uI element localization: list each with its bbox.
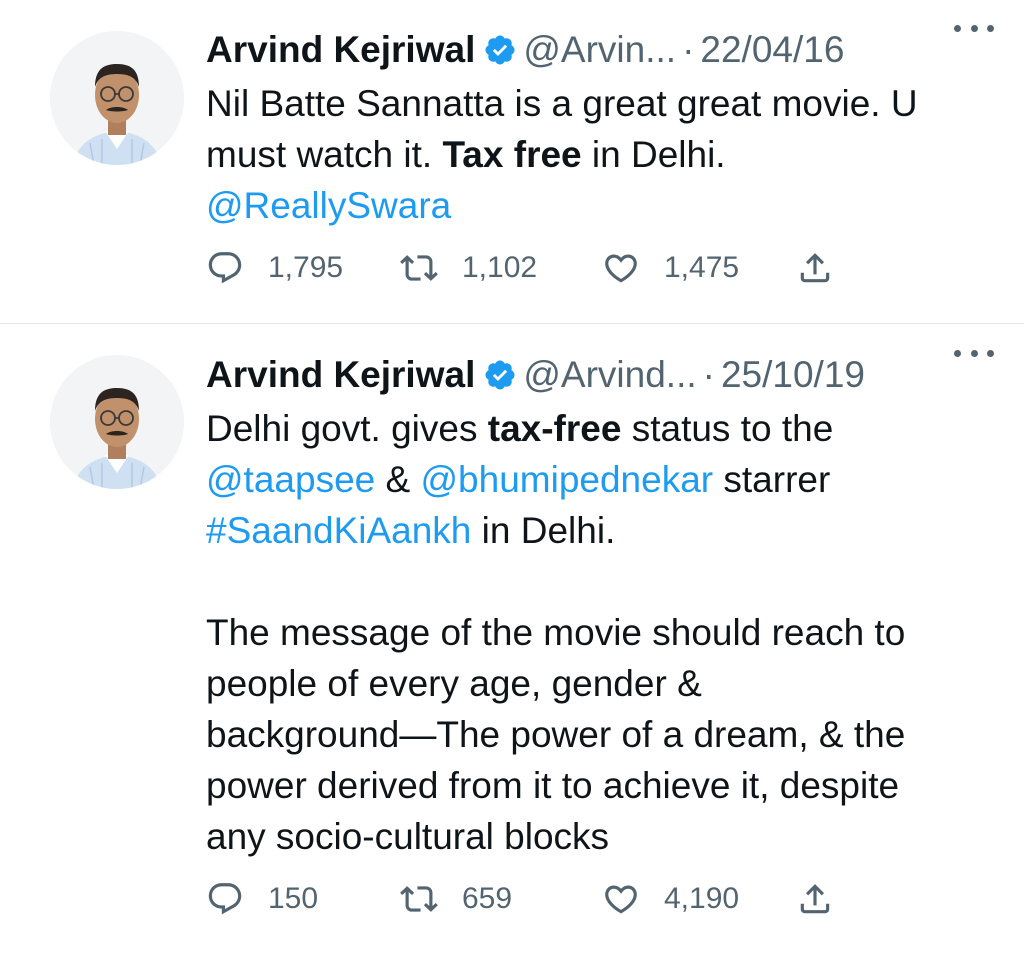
retweet-button[interactable]: 1,102	[400, 246, 537, 290]
reply-bubble-icon	[206, 249, 244, 287]
verified-badge-icon	[483, 358, 517, 392]
retweet-icon	[400, 880, 438, 918]
tweet-text-line: The message of the movie should reach to	[206, 612, 906, 653]
retweet-count: 1,102	[462, 251, 538, 284]
heart-icon	[602, 249, 640, 287]
share-upload-icon	[796, 249, 834, 287]
mention-link[interactable]: @taapsee	[206, 459, 375, 500]
tweet[interactable]: Arvind Kejriwal @Arvind... · 25/10/19 De…	[0, 325, 1024, 960]
tweet-text-line: any socio-cultural blocks	[206, 816, 610, 857]
profile-photo-icon	[50, 355, 184, 489]
tweet-text-line: background—The power of a dream, & the	[206, 714, 906, 755]
author-name[interactable]: Arvind Kejriwal	[206, 29, 475, 71]
tweet[interactable]: Arvind Kejriwal @Arvin... · 22/04/16 Nil…	[0, 0, 1024, 324]
author-handle[interactable]: @Arvind...	[523, 354, 696, 396]
tweet-text-segment: starrer	[713, 459, 831, 500]
reply-button[interactable]: 150	[206, 877, 318, 921]
author-handle[interactable]: @Arvin...	[523, 29, 676, 71]
tweet-actions: 1,795 1,102 1,475	[206, 246, 906, 290]
tweet-text-bold: tax-free	[487, 408, 622, 449]
tweet-text-segment: in Delhi.	[471, 510, 616, 551]
share-upload-icon	[796, 880, 834, 918]
retweet-button[interactable]: 659	[400, 877, 512, 921]
profile-avatar[interactable]	[50, 31, 184, 165]
profile-photo-icon	[50, 31, 184, 165]
like-count: 4,190	[664, 882, 740, 915]
retweet-icon	[400, 249, 438, 287]
mention-link[interactable]: @ReallySwara	[206, 185, 451, 226]
verified-badge-icon	[483, 33, 517, 67]
heart-icon	[602, 880, 640, 918]
like-button[interactable]: 1,475	[602, 246, 739, 290]
like-button[interactable]: 4,190	[602, 877, 739, 921]
tweet-text-segment: Delhi govt. gives	[206, 408, 488, 449]
tweet-actions: 150 659 4,190	[206, 877, 906, 921]
share-button[interactable]	[796, 877, 834, 921]
tweet-text-bold: Tax free	[442, 134, 582, 175]
hashtag-link[interactable]: #SaandKiAankh	[206, 510, 471, 551]
separator-dot: ·	[682, 29, 695, 70]
reply-bubble-icon	[206, 880, 244, 918]
tweet-text: Delhi govt. gives tax-free status to the…	[206, 403, 986, 862]
profile-avatar[interactable]	[50, 355, 184, 489]
tweet-date[interactable]: 25/10/19	[721, 354, 865, 396]
tweet-text: Nil Batte Sannatta is a great great movi…	[206, 78, 986, 231]
like-count: 1,475	[664, 251, 740, 284]
reply-count: 150	[268, 882, 319, 915]
separator-dot: ·	[702, 354, 715, 395]
tweet-header: Arvind Kejriwal @Arvin... · 22/04/16	[206, 22, 1000, 78]
author-name[interactable]: Arvind Kejriwal	[206, 354, 475, 396]
more-options-icon[interactable]	[954, 339, 994, 367]
retweet-count: 659	[462, 882, 513, 915]
share-button[interactable]	[796, 246, 834, 290]
tweet-text-segment: in Delhi.	[581, 134, 726, 175]
mention-link[interactable]: @bhumipednekar	[420, 459, 713, 500]
tweet-text-line: power derived from it to achieve it, des…	[206, 765, 900, 806]
reply-count: 1,795	[268, 251, 344, 284]
reply-button[interactable]: 1,795	[206, 246, 343, 290]
tweet-date[interactable]: 22/04/16	[700, 29, 844, 71]
tweet-text-line: people of every age, gender &	[206, 663, 702, 704]
tweet-header: Arvind Kejriwal @Arvind... · 25/10/19	[206, 347, 1000, 403]
more-options-icon[interactable]	[954, 14, 994, 42]
tweet-text-segment: &	[375, 459, 421, 500]
tweet-text-segment: status to the	[621, 408, 834, 449]
